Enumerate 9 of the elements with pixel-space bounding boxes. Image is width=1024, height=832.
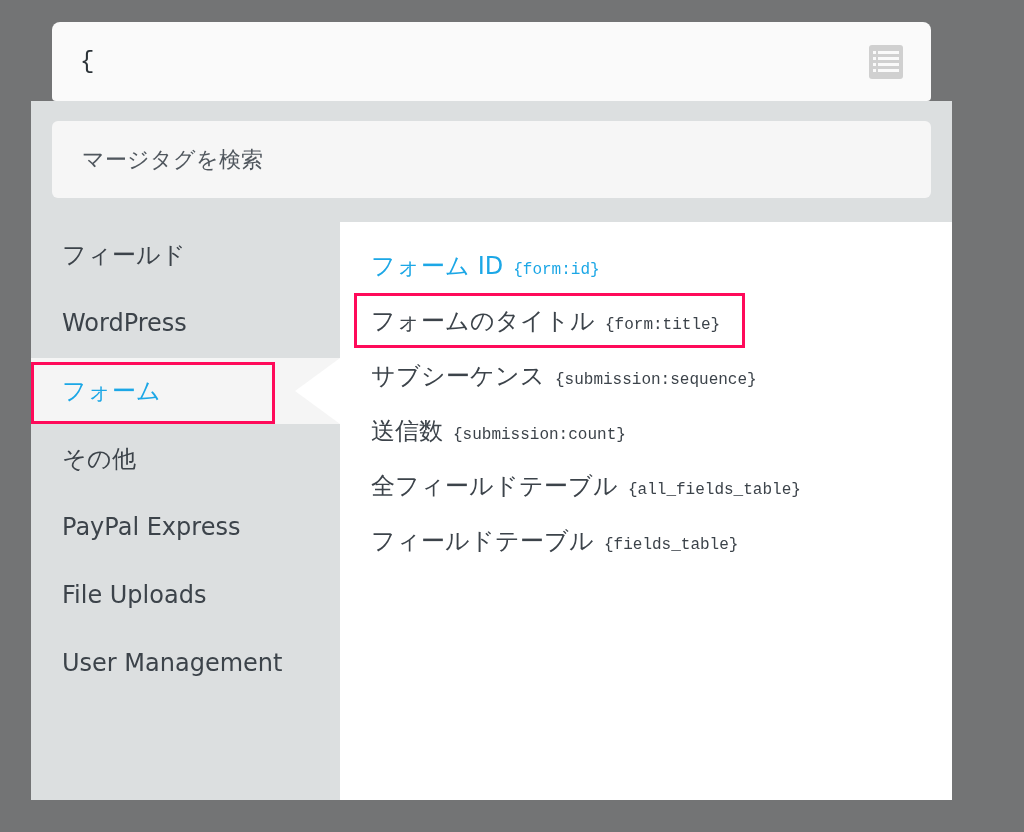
merge-tag-item[interactable]: サブシーケンス {submission:sequence} bbox=[371, 358, 757, 393]
merge-tag-item[interactable]: フォームのタイトル {form:title} bbox=[371, 303, 721, 338]
merge-tag-field[interactable]: { bbox=[52, 22, 931, 101]
merge-tag-item[interactable]: フィールドテーブル {fields_table} bbox=[371, 523, 739, 558]
list-icon[interactable] bbox=[869, 44, 903, 79]
merge-tag-item[interactable]: 全フィールドテーブル {all_fields_table} bbox=[371, 468, 801, 503]
search-field[interactable]: マージタグを検索 bbox=[52, 121, 931, 198]
merge-tag-item[interactable]: 送信数 {submission:count} bbox=[371, 413, 626, 448]
field-value: { bbox=[80, 46, 95, 77]
